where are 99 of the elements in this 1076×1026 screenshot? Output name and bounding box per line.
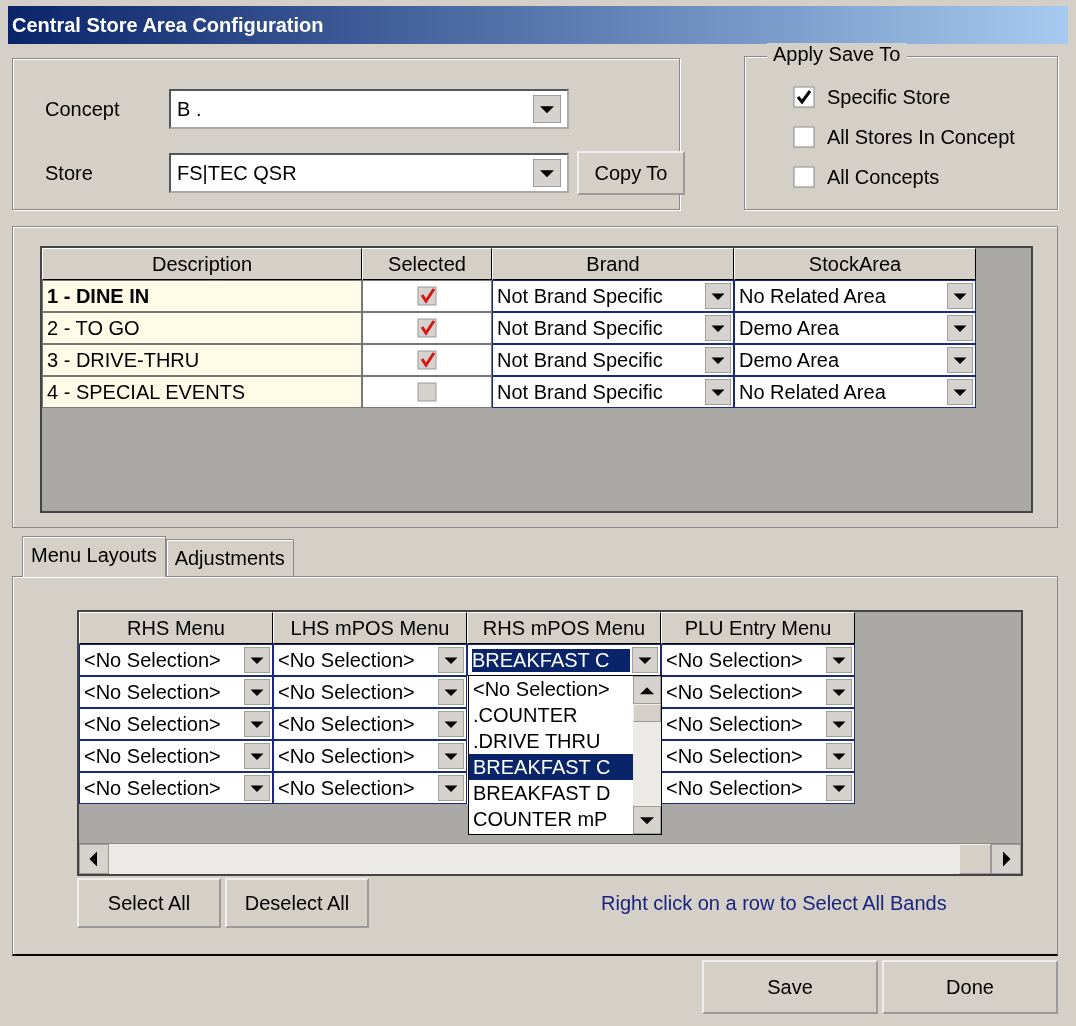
dropdown-arrow-icon[interactable]	[244, 711, 270, 737]
scroll-right-icon[interactable]	[991, 844, 1021, 874]
column-header: StockArea	[734, 248, 976, 280]
dropdown-arrow-icon[interactable]	[438, 711, 464, 737]
scroll-left-icon[interactable]	[79, 844, 109, 874]
checkbox[interactable]	[417, 382, 437, 402]
menu-dropdown[interactable]: <No Selection>	[661, 740, 855, 772]
dropdown-option[interactable]: BREAKFAST D	[469, 780, 633, 806]
column-header: LHS mPOS Menu	[273, 612, 467, 644]
table-cell: 3 - DRIVE-THRU	[42, 344, 362, 376]
dropdown-option[interactable]: .DRIVE THRU	[469, 728, 633, 754]
menu-dropdown[interactable]: <No Selection>	[79, 644, 273, 676]
column-header: Brand	[492, 248, 734, 280]
dropdown-arrow-icon[interactable]	[632, 647, 658, 673]
menu-dropdown[interactable]: <No Selection>	[661, 644, 855, 676]
button[interactable]: Save	[702, 960, 878, 1014]
scroll-thumb[interactable]	[633, 704, 661, 722]
dropdown-arrow-icon[interactable]	[705, 315, 731, 341]
stock-area-dropdown[interactable]: Demo Area	[734, 312, 976, 344]
checkbox[interactable]	[793, 86, 815, 108]
checkbox[interactable]	[793, 126, 815, 148]
dropdown-arrow-icon[interactable]	[438, 647, 464, 673]
menu-dropdown[interactable]: <No Selection>	[79, 740, 273, 772]
menu-dropdown[interactable]: <No Selection>	[661, 772, 855, 804]
dropdown-arrow-icon[interactable]	[947, 347, 973, 373]
dropdown-arrow-icon[interactable]	[244, 679, 270, 705]
window-title: Central Store Area Configuration	[8, 6, 1068, 44]
scrollbar[interactable]	[633, 676, 661, 834]
menu-dropdown[interactable]: <No Selection>	[79, 772, 273, 804]
dropdown-arrow-icon[interactable]	[826, 775, 852, 801]
dropdown-arrow-icon[interactable]	[826, 647, 852, 673]
column-header: Description	[42, 248, 362, 280]
dropdown-arrow-icon[interactable]	[947, 283, 973, 309]
column-header: RHS Menu	[79, 612, 273, 644]
stock-area-dropdown[interactable]: Demo Area	[734, 344, 976, 376]
dropdown-arrow-icon[interactable]	[705, 283, 731, 309]
checkbox[interactable]	[417, 350, 437, 370]
brand-dropdown[interactable]: Not Brand Specific	[492, 344, 734, 376]
menu-dropdown[interactable]: <No Selection>	[273, 772, 467, 804]
dropdown-arrow-icon[interactable]	[633, 806, 661, 834]
concept-dropdown[interactable]: B .	[169, 89, 569, 129]
copy-to-button[interactable]: Copy To	[577, 151, 685, 195]
dropdown-arrow-icon[interactable]	[705, 347, 731, 373]
dropdown-option[interactable]: COUNTER mP	[469, 806, 633, 832]
button[interactable]: Deselect All	[225, 878, 369, 928]
dropdown-arrow-icon[interactable]	[826, 711, 852, 737]
concept-label: Concept	[45, 97, 121, 121]
button[interactable]: Select All	[77, 878, 221, 928]
menu-dropdown[interactable]: <No Selection>	[661, 676, 855, 708]
stock-area-dropdown[interactable]: No Related Area	[734, 376, 976, 408]
menu-dropdown[interactable]: <No Selection>	[273, 676, 467, 708]
store-dropdown[interactable]: FS|TEC QSR	[169, 153, 569, 193]
checkbox[interactable]	[793, 166, 815, 188]
tab[interactable]: Menu Layouts	[22, 536, 166, 577]
group-title: Apply Save To	[767, 43, 907, 66]
dropdown-arrow-icon[interactable]	[244, 775, 270, 801]
brand-dropdown[interactable]: Not Brand Specific	[492, 312, 734, 344]
brand-dropdown[interactable]: Not Brand Specific	[492, 280, 734, 312]
checkbox[interactable]	[417, 318, 437, 338]
dropdown-arrow-icon[interactable]	[826, 743, 852, 769]
stock-area-dropdown[interactable]: No Related Area	[734, 280, 976, 312]
column-header: PLU Entry Menu	[661, 612, 855, 644]
scrollbar[interactable]	[79, 843, 1021, 874]
checkbox-label: Specific Store	[827, 85, 951, 109]
menu-dropdown[interactable]: <No Selection>	[273, 708, 467, 740]
scroll-thumb[interactable]	[959, 844, 991, 874]
table-cell: 2 - TO GO	[42, 312, 362, 344]
menu-dropdown[interactable]: <No Selection>	[661, 708, 855, 740]
dropdown-arrow-icon[interactable]	[244, 647, 270, 673]
dropdown-option[interactable]: <No Selection>	[469, 676, 633, 702]
hint-text: Right click on a row to Select All Bands	[601, 891, 947, 915]
dropdown-arrow-icon[interactable]	[438, 679, 464, 705]
menu-dropdown[interactable]: <No Selection>	[273, 644, 467, 676]
dropdown-arrow-icon[interactable]	[438, 775, 464, 801]
dropdown-arrow-icon[interactable]	[438, 743, 464, 769]
column-header: RHS mPOS Menu	[467, 612, 661, 644]
table-cell: 4 - SPECIAL EVENTS	[42, 376, 362, 408]
column-header: Selected	[362, 248, 492, 280]
dropdown-arrow-icon[interactable]	[533, 159, 561, 187]
tab[interactable]: Adjustments	[165, 539, 294, 576]
dropdown-arrow-icon[interactable]	[947, 379, 973, 405]
table-cell: 1 - DINE IN	[42, 280, 362, 312]
menu-dropdown[interactable]: <No Selection>	[79, 676, 273, 708]
dropdown-arrow-icon[interactable]	[947, 315, 973, 341]
dropdown-arrow-icon[interactable]	[533, 95, 561, 123]
dropdown-option[interactable]: .COUNTER	[469, 702, 633, 728]
dropdown-option[interactable]: BREAKFAST C	[469, 754, 633, 780]
checkbox-label: All Concepts	[827, 165, 940, 189]
brand-dropdown[interactable]: Not Brand Specific	[492, 376, 734, 408]
menu-dropdown[interactable]: <No Selection>	[273, 740, 467, 772]
checkbox-label: All Stores In Concept	[827, 125, 1015, 149]
checkbox[interactable]	[417, 286, 437, 306]
menu-dropdown[interactable]: <No Selection>	[79, 708, 273, 740]
dropdown-arrow-icon[interactable]	[705, 379, 731, 405]
button[interactable]: Done	[882, 960, 1058, 1014]
dropdown-arrow-icon[interactable]	[826, 679, 852, 705]
dropdown-arrow-icon[interactable]	[244, 743, 270, 769]
store-label: Store	[45, 161, 94, 185]
scroll-up-icon[interactable]	[633, 676, 661, 704]
